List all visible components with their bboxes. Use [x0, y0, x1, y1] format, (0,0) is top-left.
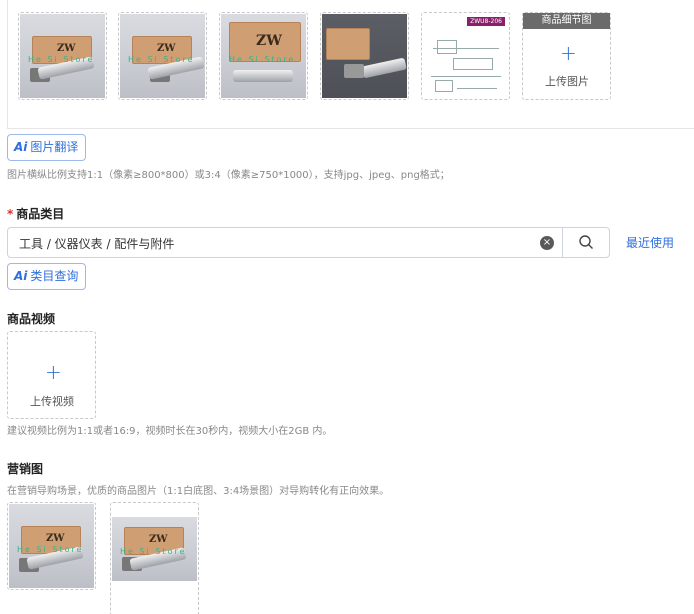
product-image-1[interactable]: ZW He Si Store	[18, 12, 107, 100]
technical-drawing: ZWU8-206	[423, 14, 508, 98]
plus-icon: +	[45, 360, 62, 384]
video-hint: 建议视频比例为1:1或者16:9，视频时长在30秒内，视频大小在2GB 内。	[7, 426, 333, 437]
product-photo: ZW He Si Store	[9, 504, 94, 588]
tool-part	[233, 70, 293, 82]
product-photo: ZW He Si Store	[112, 517, 197, 581]
watermark: He Si Store	[128, 55, 195, 64]
category-search-button[interactable]	[562, 228, 610, 257]
ai-icon: Ai	[14, 140, 28, 154]
product-photo: ZW He Si Store	[20, 14, 105, 98]
video-upload[interactable]: + 上传视频	[7, 331, 96, 419]
box-logo: ZW	[157, 43, 176, 54]
upload-video-label: 上传视频	[30, 395, 74, 408]
ai-image-translate-button[interactable]: Ai 图片翻译	[7, 134, 87, 161]
image-hint: 图片横纵比例支持1:1（像素≥800*800）或3:4（像素≥750*1000）…	[7, 170, 450, 181]
drawing-line	[433, 48, 499, 49]
product-image-5[interactable]: ZWU8-206	[421, 12, 510, 100]
marketing-title: 营销图	[7, 462, 44, 476]
box-logo: ZW	[57, 43, 76, 54]
category-title-text: 商品类目	[16, 207, 65, 221]
required-mark: *	[7, 207, 14, 221]
detail-image-header: 商品细节图	[523, 13, 610, 29]
category-title: * 商品类目	[7, 205, 64, 222]
plus-icon: +	[560, 41, 577, 65]
product-photo: ZW He Si Store	[221, 14, 306, 98]
product-photo: ZW He Si Store	[120, 14, 205, 98]
video-title: 商品视频	[7, 312, 56, 326]
product-image-3[interactable]: ZW He Si Store	[219, 12, 308, 100]
category-input[interactable]: 工具 / 仪器仪表 / 配件与附件 ×	[7, 227, 610, 258]
drawing-line	[457, 88, 497, 89]
ai-translate-label: 图片翻译	[30, 140, 79, 154]
watermark: He Si Store	[229, 55, 296, 64]
watermark: He Si Store	[120, 547, 187, 556]
watermark: He Si Store	[17, 545, 84, 554]
marketing-hint: 在营销导购场景，优质的商品图片（1:1白底图、3:4场景图）对导购转化有正向效果…	[7, 486, 390, 497]
drawing-line	[435, 80, 453, 92]
ai-icon: Ai	[14, 269, 28, 283]
category-value: 工具 / 仪器仪表 / 配件与附件	[19, 237, 175, 251]
tool-part	[344, 64, 364, 78]
box-logo: ZW	[256, 33, 282, 49]
model-tag: ZWU8-206	[467, 17, 505, 26]
recent-used-link[interactable]: 最近使用	[626, 234, 674, 251]
clear-icon[interactable]: ×	[540, 236, 554, 250]
ai-category-query-button[interactable]: Ai 类目查询	[7, 263, 87, 290]
tool-part	[361, 57, 407, 79]
detail-image-upload[interactable]: 商品细节图 + 上传图片	[522, 12, 611, 100]
watermark: He Si Store	[28, 55, 95, 64]
product-image-2[interactable]: ZW He Si Store	[118, 12, 207, 100]
drawing-line	[453, 58, 493, 70]
product-image-4[interactable]	[320, 12, 409, 100]
drawing-line	[431, 76, 501, 77]
product-box	[326, 28, 370, 60]
search-icon	[579, 235, 593, 249]
box-logo: ZW	[46, 533, 65, 544]
product-photo	[322, 14, 407, 98]
marketing-image-2[interactable]: ZW He Si Store	[110, 502, 199, 614]
marketing-image-1[interactable]: ZW He Si Store	[7, 502, 96, 590]
upload-image-label: 上传图片	[545, 75, 589, 88]
ai-query-label: 类目查询	[30, 269, 79, 283]
box-logo: ZW	[149, 534, 168, 545]
drawing-line	[437, 40, 457, 54]
